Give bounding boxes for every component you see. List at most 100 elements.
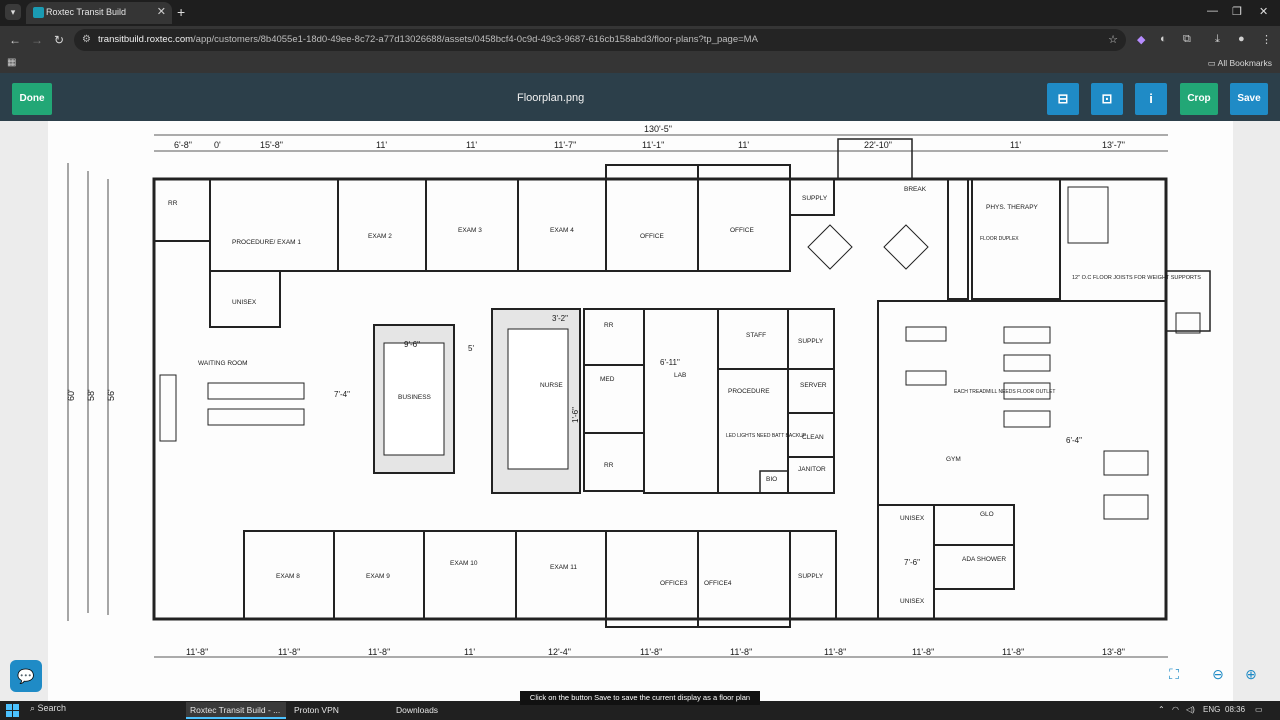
dim-bottom: 11'-8" xyxy=(730,647,752,657)
room-label: EXAM 9 xyxy=(366,573,390,580)
dim-top: 6'-8" xyxy=(174,140,192,150)
dim-bottom: 11'-8" xyxy=(278,647,300,657)
notification-icon[interactable]: ▭ xyxy=(1255,705,1263,714)
room-label: PROCEDURE/ EXAM 1 xyxy=(232,239,301,246)
room-note: LED LIGHTS NEED BATT BACKUP xyxy=(726,433,807,439)
taskbar-search[interactable]: ⌕ Search xyxy=(30,703,66,714)
dim-left: 56' xyxy=(106,389,116,401)
taskbar-item-chrome[interactable]: Roxtec Transit Build - ... xyxy=(186,702,286,719)
room-note: 12" O.C FLOOR JOISTS FOR WEIGHT SUPPORTS xyxy=(1072,275,1201,281)
roxtec-favicon-icon xyxy=(33,7,44,18)
bookmarks-bar: ▦ ▭ All Bookmarks xyxy=(0,54,1280,73)
window-close-icon[interactable]: ✕ xyxy=(1259,5,1268,18)
room-label: GYM xyxy=(946,456,961,463)
room-label: UNISEX xyxy=(900,598,925,605)
chat-support-button[interactable]: 💬 xyxy=(10,660,42,692)
all-bookmarks-link[interactable]: ▭ All Bookmarks xyxy=(1208,58,1272,69)
room-label: NURSE xyxy=(540,382,563,389)
dim-top: 11'-7" xyxy=(554,140,576,150)
room-note: FLOOR DUPLEX xyxy=(980,236,1019,242)
room-label: RR xyxy=(168,200,178,207)
dim-top: 11' xyxy=(376,140,387,150)
crop-button[interactable]: Crop xyxy=(1180,83,1218,115)
room-label: GLO xyxy=(980,511,994,518)
restore-icon[interactable]: ❐ xyxy=(1232,5,1242,18)
inner-dim: 3'-2" xyxy=(552,314,568,323)
export-image-button[interactable]: ⊡ xyxy=(1091,83,1123,115)
close-tab-icon[interactable]: ✕ xyxy=(157,5,166,18)
room-label: SERVER xyxy=(800,382,827,389)
windows-start-icon[interactable] xyxy=(6,704,19,717)
language-indicator[interactable]: ENG xyxy=(1203,705,1220,714)
dim-top: 0' xyxy=(214,140,221,150)
room-label: RR xyxy=(604,462,614,469)
dim-bottom: 11'-8" xyxy=(368,647,390,657)
dim-bottom: 11'-8" xyxy=(912,647,934,657)
tray-chevron-icon[interactable]: ⌃ xyxy=(1158,705,1165,714)
room-label: JANITOR xyxy=(798,466,826,473)
clock[interactable]: 08:36 xyxy=(1225,705,1245,714)
dim-bottom: 11'-8" xyxy=(1002,647,1024,657)
dim-left: 58' xyxy=(86,389,96,401)
inner-dim: 9'-6" xyxy=(404,340,420,349)
room-label: EXAM 2 xyxy=(368,233,392,240)
zoom-out-icon[interactable]: ⊖ xyxy=(1206,662,1230,686)
volume-icon[interactable]: ◁) xyxy=(1186,705,1195,714)
new-tab-icon[interactable]: + xyxy=(177,4,185,20)
dim-bottom: 11' xyxy=(464,647,475,657)
tab-search-menu-button[interactable]: ▾ xyxy=(5,4,21,20)
room-label: OFFICE xyxy=(730,227,754,234)
browser-tab-active[interactable]: Roxtec Transit Build ✕ xyxy=(26,2,172,24)
dim-top: 22'-10" xyxy=(864,140,892,150)
extension-icon[interactable]: ◐ xyxy=(1160,33,1167,45)
profile-avatar-icon[interactable]: ● xyxy=(1238,33,1245,45)
dim-top: 15'-8" xyxy=(260,140,283,150)
address-bar[interactable]: ⚙ transitbuild.roxtec.com/app/customers/… xyxy=(74,29,1126,51)
zoom-in-icon[interactable]: ⊕ xyxy=(1239,662,1263,686)
dim-total-width: 130'-5" xyxy=(644,124,672,134)
inner-dim: 6'-4" xyxy=(1066,436,1082,445)
room-label: EXAM 11 xyxy=(550,564,577,571)
dim-top: 11' xyxy=(466,140,477,150)
reload-icon[interactable]: ↻ xyxy=(54,33,64,47)
room-label: PROCEDURE xyxy=(728,388,770,395)
info-button[interactable]: i xyxy=(1135,83,1167,115)
room-label: BREAK xyxy=(904,186,927,193)
apps-grid-icon[interactable]: ▦ xyxy=(7,57,16,68)
room-label: RR xyxy=(604,322,614,329)
dim-left: 60' xyxy=(66,389,76,401)
bookmark-star-icon[interactable]: ☆ xyxy=(1108,33,1118,46)
wifi-icon[interactable]: ◠ xyxy=(1172,705,1179,714)
done-button[interactable]: Done xyxy=(12,83,52,115)
fit-view-icon[interactable]: ⛶ xyxy=(1162,662,1186,686)
extensions-puzzle-icon[interactable]: ⧉ xyxy=(1183,33,1191,46)
inner-dim: 7'-4" xyxy=(334,390,350,399)
fit-screen-button[interactable]: ⊟ xyxy=(1047,83,1079,115)
url-text[interactable]: transitbuild.roxtec.com/app/customers/8b… xyxy=(98,34,758,45)
browser-menu-icon[interactable]: ⋮ xyxy=(1261,33,1272,46)
download-icon[interactable]: ⤓ xyxy=(1215,33,1220,46)
room-label: EXAM 4 xyxy=(550,227,574,234)
floorplan-drawing[interactable]: 130'-5" 6'-8" 0' 15'-8" 11' 11' 11'-7" 1… xyxy=(48,121,1233,681)
extension-diamond-icon[interactable]: ◆ xyxy=(1137,33,1145,46)
dim-top: 11' xyxy=(738,140,749,150)
dim-bottom: 11'-8" xyxy=(186,647,208,657)
dim-bottom: 13'-8" xyxy=(1102,647,1125,657)
taskbar-item-downloads[interactable]: Downloads xyxy=(392,702,488,719)
room-label: BUSINESS xyxy=(398,394,432,401)
room-label: SUPPLY xyxy=(798,573,824,580)
minimize-icon[interactable]: — xyxy=(1207,5,1218,17)
room-label: LAB xyxy=(674,372,686,379)
room-label: UNISEX xyxy=(900,515,925,522)
room-label: WAITING ROOM xyxy=(198,360,248,367)
back-icon[interactable]: ← xyxy=(9,33,21,47)
room-label: OFFICE3 xyxy=(660,580,688,587)
site-info-icon[interactable]: ⚙ xyxy=(82,34,91,45)
forward-icon[interactable]: → xyxy=(31,33,43,47)
save-hint-tooltip: Click on the button Save to save the cur… xyxy=(520,691,760,705)
room-label: STAFF xyxy=(746,332,766,339)
taskbar-item-proton-vpn[interactable]: Proton VPN xyxy=(290,702,386,719)
save-button[interactable]: Save xyxy=(1230,83,1268,115)
inner-dim: 6'-11" xyxy=(660,358,680,367)
room-label: BIO xyxy=(766,476,777,483)
